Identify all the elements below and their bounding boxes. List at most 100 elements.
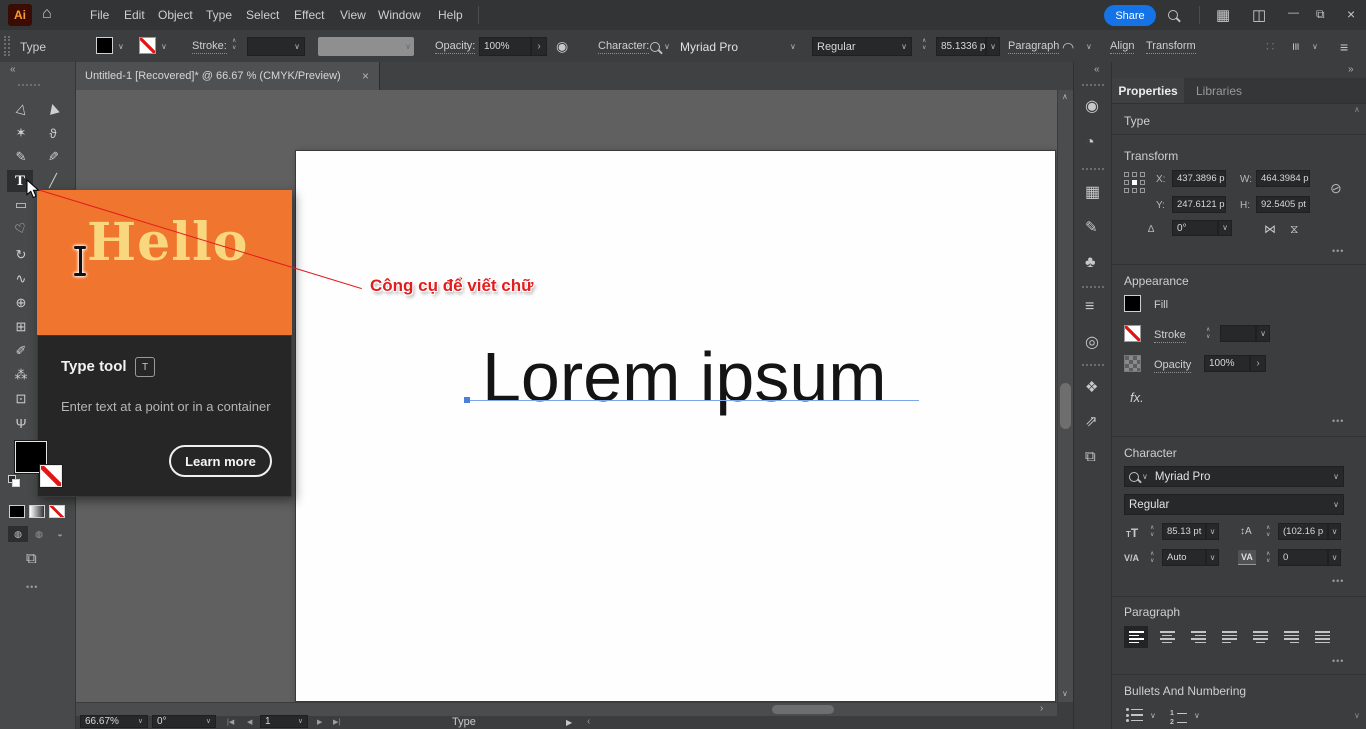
draw-normal-button[interactable]: ◍ bbox=[8, 526, 28, 542]
leading-field[interactable]: (102.16 p bbox=[1278, 523, 1328, 540]
tab-libraries[interactable]: Libraries bbox=[1184, 78, 1254, 103]
character-style-dropdown[interactable]: Regular∨ bbox=[1124, 494, 1344, 515]
magic-wand-tool[interactable]: ✶ bbox=[8, 122, 34, 144]
home-icon[interactable]: ⌂ bbox=[42, 5, 52, 23]
menu-view[interactable]: View bbox=[340, 8, 366, 22]
transform-panel-label[interactable]: Transform bbox=[1146, 40, 1196, 54]
status-collapse-icon[interactable]: ‹ bbox=[587, 716, 590, 727]
stroke-panel-icon[interactable]: ≡ bbox=[1085, 298, 1094, 316]
selection-tool[interactable]: ▶ bbox=[40, 98, 66, 120]
dock-grip[interactable] bbox=[1082, 364, 1104, 366]
h-field[interactable]: 92.5405 pt bbox=[1256, 196, 1310, 213]
vertical-scroll-thumb[interactable] bbox=[1060, 383, 1071, 429]
character-font-dropdown[interactable]: ∨ Myriad Pro ∨ bbox=[1124, 466, 1344, 487]
align-panel-label[interactable]: Align bbox=[1110, 40, 1134, 54]
draw-inside-button[interactable]: ◒ bbox=[50, 526, 70, 542]
symbols-panel-icon[interactable]: ♣ bbox=[1085, 254, 1096, 272]
menu-file[interactable]: File bbox=[90, 8, 109, 22]
reference-point-grid[interactable] bbox=[1124, 172, 1145, 193]
share-button[interactable]: Share bbox=[1104, 5, 1156, 26]
last-artboard-icon[interactable]: ▶| bbox=[333, 718, 340, 726]
horizontal-scroll-thumb[interactable] bbox=[772, 705, 834, 714]
options-menu-icon[interactable]: ≡ bbox=[1340, 39, 1348, 55]
dock-grip[interactable] bbox=[1082, 286, 1104, 288]
opacity-label[interactable]: Opacity: bbox=[435, 40, 475, 54]
color-panel-icon[interactable]: ◉ bbox=[1085, 96, 1099, 116]
tracking-chevron[interactable]: ∨ bbox=[1328, 549, 1341, 566]
color-button[interactable] bbox=[9, 505, 25, 518]
direct-selection-tool[interactable]: ▷ bbox=[8, 98, 34, 120]
menu-select[interactable]: Select bbox=[246, 8, 279, 22]
brushes-panel-icon[interactable]: ✎ bbox=[1085, 218, 1098, 236]
scroll-right-icon[interactable]: › bbox=[1040, 704, 1043, 714]
appearance-opacity-label[interactable]: Opacity bbox=[1154, 359, 1191, 373]
font-search-icon[interactable] bbox=[1129, 472, 1139, 482]
align-center-button[interactable] bbox=[1155, 626, 1179, 648]
scroll-up-icon[interactable]: ∧ bbox=[1062, 93, 1068, 101]
font-name-value[interactable]: Myriad Pro bbox=[680, 40, 738, 54]
paragraph-more-icon[interactable]: ••• bbox=[1332, 656, 1344, 666]
w-field[interactable]: 464.3984 p bbox=[1256, 170, 1310, 187]
panel-scroll-up-icon[interactable]: ∧ bbox=[1354, 106, 1360, 114]
align-right-button[interactable] bbox=[1186, 626, 1210, 648]
fill-color-swatch[interactable] bbox=[96, 37, 113, 54]
width-profile-dropdown[interactable]: ∨ bbox=[318, 37, 414, 56]
width-tool[interactable]: ∿ bbox=[8, 268, 34, 290]
appearance-stroke-label[interactable]: Stroke bbox=[1154, 329, 1186, 343]
prev-artboard-icon[interactable]: ◀ bbox=[247, 718, 252, 726]
arrange-documents-icon[interactable]: ▦ bbox=[1216, 6, 1230, 24]
warp-chevron-icon[interactable]: ∨ bbox=[1086, 43, 1092, 51]
kerning-stepper[interactable]: ∧∨ bbox=[1150, 551, 1154, 564]
stroke-weight-stepper[interactable]: ∧∨ bbox=[1206, 327, 1210, 340]
export-panel-icon[interactable]: ⇗ bbox=[1085, 412, 1098, 430]
font-style-dropdown[interactable]: Regular∨ bbox=[812, 37, 912, 56]
distribute-icon[interactable]: ≡ bbox=[1288, 43, 1303, 51]
font-search-icon[interactable] bbox=[650, 42, 660, 52]
globe-icon[interactable]: ◉ bbox=[556, 38, 568, 55]
transparency-panel-icon[interactable]: ◎ bbox=[1085, 332, 1099, 352]
appearance-stroke-swatch[interactable] bbox=[1124, 325, 1141, 342]
fill-chevron-icon[interactable]: ∨ bbox=[118, 43, 124, 51]
toolbar-more-icon[interactable]: ••• bbox=[26, 582, 38, 592]
menu-help[interactable]: Help bbox=[438, 8, 463, 22]
tab-close-icon[interactable]: × bbox=[362, 69, 369, 83]
leading-stepper[interactable]: ∧∨ bbox=[1266, 525, 1270, 538]
bullet-list-chevron-icon[interactable]: ∨ bbox=[1150, 712, 1156, 720]
menu-window[interactable]: Window bbox=[378, 8, 421, 22]
close-button[interactable]: × bbox=[1347, 6, 1355, 22]
dock-collapse-icon[interactable]: « bbox=[1094, 64, 1100, 75]
rotation-angle-chevron[interactable]: ∨ bbox=[1218, 220, 1232, 236]
menu-edit[interactable]: Edit bbox=[124, 8, 145, 22]
pen-tool[interactable]: ✎ bbox=[8, 146, 34, 168]
character-size-field[interactable]: 85.13 pt bbox=[1162, 523, 1206, 540]
kerning-field[interactable]: Auto bbox=[1162, 549, 1206, 566]
tracking-field[interactable]: 0 bbox=[1278, 549, 1328, 566]
mesh-tool[interactable]: ⊞ bbox=[8, 316, 34, 338]
stroke-weight-label[interactable]: Stroke: bbox=[192, 40, 227, 54]
justify-all-button[interactable] bbox=[1310, 626, 1334, 648]
numbered-list-chevron-icon[interactable]: ∨ bbox=[1194, 712, 1200, 720]
kerning-chevron[interactable]: ∨ bbox=[1206, 549, 1219, 566]
artboard-tool[interactable]: ⊡ bbox=[8, 388, 34, 410]
character-more-icon[interactable]: ••• bbox=[1332, 576, 1344, 586]
line-segment-tool[interactable]: ╱ bbox=[40, 170, 66, 192]
vertical-scrollbar[interactable]: ∧ ∨ bbox=[1057, 90, 1073, 702]
stroke-chevron-icon[interactable]: ∨ bbox=[161, 43, 167, 51]
warp-icon[interactable]: ◠ bbox=[1062, 39, 1074, 56]
rotation-dropdown[interactable]: 0°∨ bbox=[152, 715, 216, 728]
default-fill-stroke-icon[interactable] bbox=[8, 475, 19, 486]
workspace-switcher-icon[interactable]: ◫ bbox=[1252, 6, 1266, 24]
scroll-down-icon[interactable]: ∨ bbox=[1062, 690, 1068, 698]
toolbar-collapse-icon[interactable]: « bbox=[10, 64, 16, 75]
distribute-chevron-icon[interactable]: ∨ bbox=[1312, 43, 1318, 51]
first-artboard-icon[interactable]: |◀ bbox=[227, 718, 234, 726]
font-search-chevron-icon[interactable]: ∨ bbox=[664, 43, 670, 51]
gradient-panel-icon[interactable]: ◔ bbox=[1085, 134, 1095, 152]
bullet-list-icon[interactable] bbox=[1126, 708, 1143, 722]
tab-properties[interactable]: Properties bbox=[1112, 78, 1184, 103]
numbered-list-icon[interactable] bbox=[1170, 708, 1187, 726]
draw-behind-button[interactable]: ◍ bbox=[29, 526, 49, 542]
appearance-fill-swatch[interactable] bbox=[1124, 295, 1141, 312]
stroke-indicator-swatch[interactable] bbox=[40, 465, 62, 487]
restore-button[interactable]: ⧉ bbox=[1316, 7, 1325, 22]
